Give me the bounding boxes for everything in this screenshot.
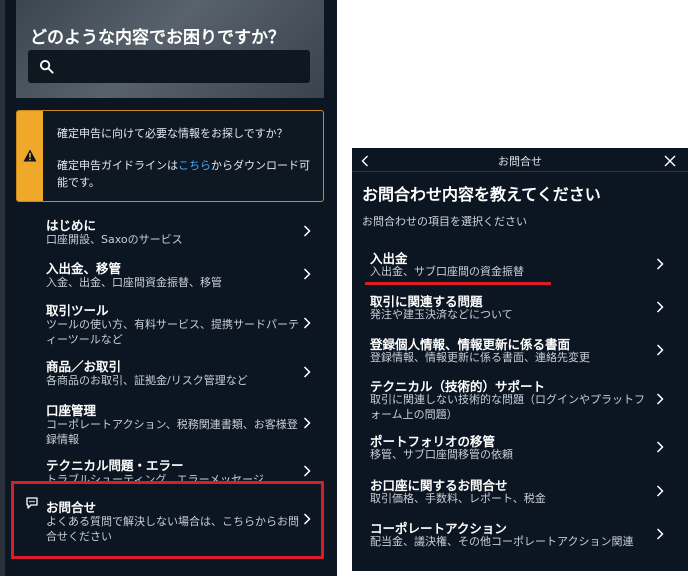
contact-item-corporate-action[interactable]: コーポレートアクション 配当金、議決権、その他コーポレートアクション関連 [352,518,688,552]
contact-item-desc: 取引価格、手数料、レポート、税金 [370,492,546,505]
notice-text-before: 確定申告ガイドラインは [57,159,178,172]
contact-item-desc: 登録情報、情報更新に係る書面、連絡先変更 [370,351,590,364]
notice-text: 確定申告ガイドラインはこちらからダウンロード可能です。 [57,157,319,191]
chevron-right-icon [303,465,311,477]
search-icon [39,59,54,74]
contact-item-trading-issues[interactable]: 取引に関連する問題 発注や建玉決済などについて [352,291,688,325]
close-icon[interactable] [664,155,676,167]
contact-item-deposit-withdrawal[interactable]: 入出金 入出金、サブ口座間の資金振替 [352,248,688,282]
chevron-right-icon [303,317,311,329]
chevron-right-icon [303,366,311,378]
contact-item-desc: 配当金、議決権、その他コーポレートアクション関連 [370,535,634,548]
menu-item-desc: 口座開設、Saxoのサービス [46,233,183,246]
page-subtitle: お問合わせの項目を選択ください [362,215,527,228]
menu-item-desc: 入金、出金、口座間資金振替、移管 [46,276,222,289]
chevron-right-icon [656,528,664,540]
page-title: お問合わせ内容を教えてください [362,185,601,204]
tax-notice: 確定申告に向けて必要な情報をお探しですか？ 確定申告ガイドラインはこちらからダウ… [16,110,324,202]
highlight-underline [365,282,551,285]
search-input[interactable] [28,50,310,83]
chevron-right-icon [303,268,311,280]
chevron-right-icon [656,301,664,313]
chevron-right-icon [656,393,664,405]
contact-item-desc: 入出金、サブ口座間の資金振替 [370,265,524,278]
guideline-download-link[interactable]: こちら [178,159,211,172]
contact-item-desc: 取引に関連しない技術的な問題（ログインやプラットフォーム上の問題） [370,393,645,421]
menu-item-account-management[interactable]: 口座管理 コーポレートアクション、税務関連書類、お客様登録情報 [0,400,337,448]
contact-item-desc: 発注や建玉決済などについて [370,308,513,321]
panel-header: お問合せ [352,148,688,172]
right-panel: お問合せ お問合わせ内容を教えてください お問合わせの項目を選択ください 入出金… [352,148,688,571]
contact-item-technical-support[interactable]: テクニカル（技術的）サポート 取引に関連しない技術的な問題（ログインやプラットフ… [352,376,688,424]
chevron-right-icon [303,417,311,429]
menu-item-getting-started[interactable]: はじめに 口座開設、Saxoのサービス [0,215,337,249]
contact-item-account-inquiry[interactable]: お口座に関するお問合せ 取引価格、手数料、レポート、税金 [352,475,688,509]
hero-banner [16,0,324,98]
hero-title: どのような内容でお困りですか？ [30,28,285,48]
notice-question: 確定申告に向けて必要な情報をお探しですか？ [57,127,288,140]
menu-item-deposit-transfer[interactable]: 入出金、移管 入金、出金、口座間資金振替、移管 [0,258,337,292]
left-panel: どのような内容でお困りですか？ 確定申告に向けて必要な情報をお探しですか？ 確定… [0,0,337,576]
header-title: お問合せ [498,155,542,168]
menu-item-products-trading[interactable]: 商品／お取引 各商品のお取引、証拠金/リスク管理など [0,356,337,390]
menu-item-trading-tools[interactable]: 取引ツール ツールの使い方、有料サービス、提携サードパーティーツールなど [0,300,337,348]
menu-item-desc: ツールの使い方、有料サービス、提携サードパーティーツールなど [46,318,299,346]
chevron-right-icon [656,258,664,270]
menu-item-desc: コーポレートアクション、税務関連書類、お客様登録情報 [46,418,298,446]
chevron-right-icon [303,225,311,237]
chevron-right-icon [656,441,664,453]
chevron-right-icon [656,344,664,356]
highlight-box [11,481,324,559]
warning-icon [23,149,37,162]
menu-item-desc: 各商品のお取引、証拠金/リスク管理など [46,374,248,387]
contact-item-portfolio-transfer[interactable]: ポートフォリオの移管 移管、サブ口座間移管の依頼 [352,431,688,465]
contact-item-personal-info[interactable]: 登録個人情報、情報更新に係る書面 登録情報、情報更新に係る書面、連絡先変更 [352,334,688,368]
chevron-right-icon [656,485,664,497]
contact-item-desc: 移管、サブ口座間移管の依頼 [370,448,513,461]
